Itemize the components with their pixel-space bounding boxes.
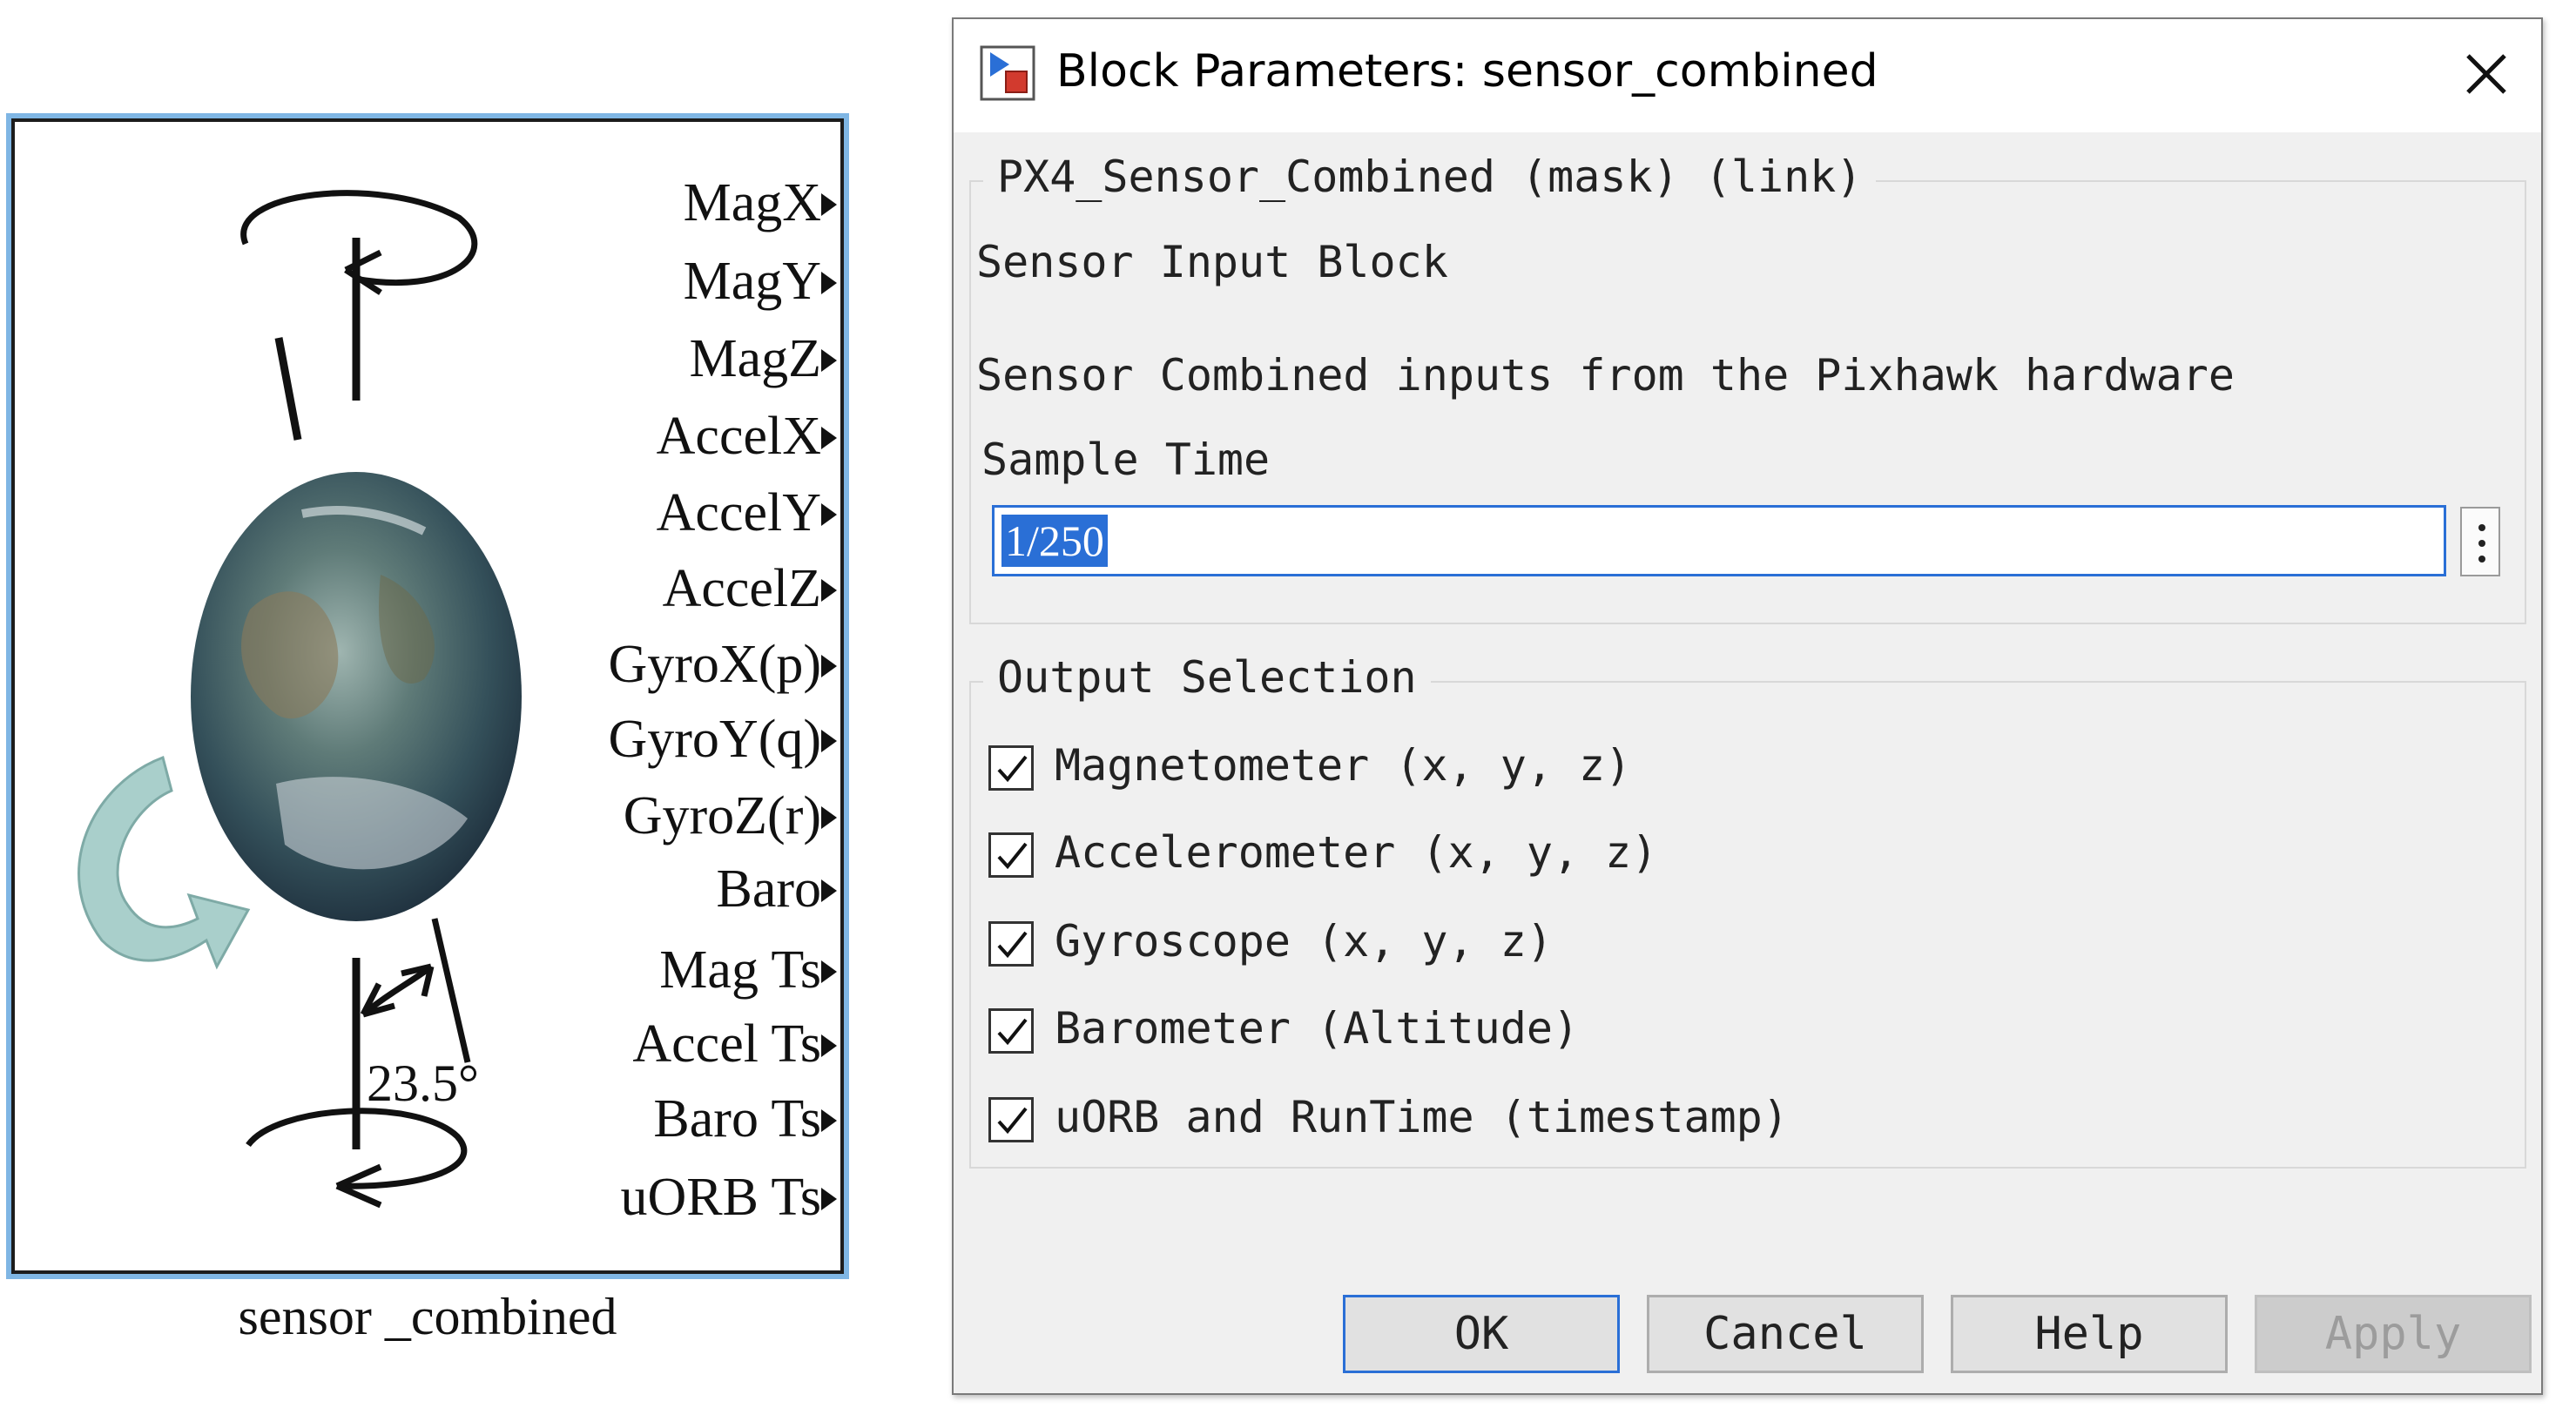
port-magz[interactable]: MagZ [689,329,837,388]
title-bar[interactable]: Block Parameters: sensor_combined [954,19,2541,132]
ok-button[interactable]: OK [1343,1295,1620,1373]
cancel-button[interactable]: Cancel [1647,1295,1924,1373]
port-accelz[interactable]: AccelZ [662,559,837,618]
port-accelx[interactable]: AccelX [656,407,837,466]
port-gyroz[interactable]: GyroZ(r) [623,786,837,845]
port-arrow-icon [821,1109,837,1132]
port-arrow-icon [821,272,837,294]
port-baro[interactable]: Baro [716,859,837,919]
port-arrow-icon [821,879,837,902]
port-accel-ts[interactable]: Accel Ts [632,1014,837,1074]
port-gyrox[interactable]: GyroX(p) [608,635,837,694]
port-magx[interactable]: MagX [683,173,837,232]
port-label: GyroX(p) [608,635,822,694]
port-magy[interactable]: MagY [683,252,837,311]
sample-time-label: Sample Time [981,435,1271,485]
port-label: GyroY(q) [608,710,822,769]
port-baro-ts[interactable]: Baro Ts [653,1089,837,1149]
port-label: AccelZ [662,559,821,618]
port-arrow-icon [821,806,837,829]
checkbox-label: uORB and RunTime (timestamp) [1055,1092,1789,1142]
port-label: Baro Ts [653,1089,821,1149]
checkbox-checked-icon[interactable] [988,832,1034,878]
port-arrow-icon [821,579,837,602]
block-description: Sensor Input Block [976,237,1448,287]
port-accely[interactable]: AccelY [656,483,837,542]
checkbox-label: Barometer (Altitude) [1055,1003,1580,1054]
help-button[interactable]: Help [1951,1295,2228,1373]
port-arrow-icon [821,1188,837,1210]
port-arrow-icon [821,1034,837,1057]
port-label: uORB Ts [620,1168,821,1227]
apply-button[interactable]: Apply [2255,1295,2532,1373]
close-icon[interactable] [2456,44,2517,104]
checkbox-checked-icon[interactable] [988,921,1034,967]
port-label: Baro [716,859,821,919]
checkbox-checked-icon[interactable] [988,1097,1034,1142]
port-uorb-ts[interactable]: uORB Ts [620,1168,837,1227]
port-label: MagX [683,173,821,232]
output-ports: MagX MagY MagZ AccelX AccelY AccelZ Gyro… [457,122,840,1270]
checkbox-label: Accelerometer (x, y, z) [1055,827,1658,878]
port-label: MagY [683,252,821,311]
port-gyroy[interactable]: GyroY(q) [608,710,837,769]
output-selection-title: Output Selection [983,652,1431,703]
port-label: MagZ [689,329,821,388]
port-arrow-icon [821,427,837,449]
port-arrow-icon [821,730,837,752]
mask-title: PX4_Sensor_Combined (mask) (link) [983,152,1877,202]
checkbox-checked-icon[interactable] [988,745,1034,791]
port-arrow-icon [821,960,837,983]
port-label: AccelX [656,407,821,466]
simulink-block-icon [980,45,1035,101]
sensor-combined-block[interactable]: 23.5° MagX MagY MagZ AccelX AccelY Accel… [11,118,844,1274]
port-arrow-icon [821,503,837,526]
mask-description: Sensor Combined inputs from the Pixhawk … [976,350,2235,401]
port-arrow-icon [821,349,837,372]
checkbox-label: Gyroscope (x, y, z) [1055,916,1553,967]
port-arrow-icon [821,193,837,216]
more-options-icon[interactable] [2460,507,2500,576]
checkbox-checked-icon[interactable] [988,1008,1034,1054]
block-parameters-dialog: Block Parameters: sensor_combined PX4_Se… [952,17,2543,1395]
sample-time-value: 1/250 [1001,515,1108,567]
dialog-title: Block Parameters: sensor_combined [1056,45,1878,98]
block-name-label: sensor _combined [238,1288,617,1345]
port-mag-ts[interactable]: Mag Ts [659,940,837,1000]
sample-time-input[interactable]: 1/250 [992,505,2446,576]
checkbox-label: Magnetometer (x, y, z) [1055,740,1632,791]
port-label: AccelY [656,483,821,542]
port-label: Accel Ts [632,1014,821,1074]
port-arrow-icon [821,655,837,677]
port-label: GyroZ(r) [623,786,821,845]
port-label: Mag Ts [659,940,821,1000]
